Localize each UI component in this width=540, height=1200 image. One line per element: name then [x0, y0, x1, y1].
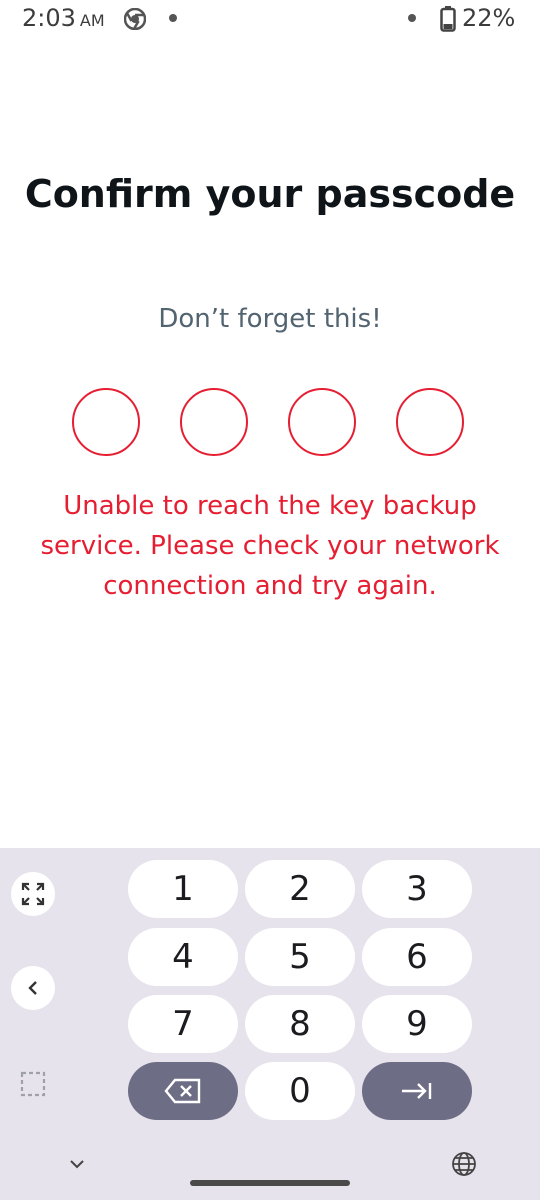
passcode-digit-4	[396, 388, 464, 456]
chevron-left-icon	[28, 981, 37, 995]
passcode-digit-2	[180, 388, 248, 456]
key-6[interactable]: 6	[362, 928, 472, 986]
passcode-digit-3	[288, 388, 356, 456]
passcode-indicators	[0, 388, 540, 460]
notification-dot-icon	[408, 14, 416, 22]
key-0[interactable]: 0	[245, 1062, 355, 1120]
next-button[interactable]	[362, 1062, 472, 1120]
key-1[interactable]: 1	[128, 860, 238, 918]
error-message: Unable to reach the key backup service. …	[40, 491, 500, 601]
key-9[interactable]: 9	[362, 995, 472, 1053]
backspace-icon	[164, 1078, 201, 1104]
back-button[interactable]	[11, 966, 55, 1010]
expand-keyboard-button[interactable]	[11, 872, 55, 916]
status-time: 2:03 AM	[22, 4, 105, 32]
notification-dot-icon	[169, 14, 177, 22]
key-8[interactable]: 8	[245, 995, 355, 1053]
floating-keyboard-button[interactable]	[11, 1062, 55, 1106]
page-title: Confirm your passcode	[24, 172, 516, 216]
hide-keyboard-icon[interactable]	[66, 1156, 88, 1172]
backspace-button[interactable]	[128, 1062, 238, 1120]
key-7[interactable]: 7	[128, 995, 238, 1053]
subtitle: Don’t forget this!	[158, 304, 382, 334]
key-4[interactable]: 4	[128, 928, 238, 986]
floating-keyboard-icon	[20, 1071, 46, 1097]
battery-percent: 22%	[462, 4, 516, 32]
chrome-icon	[124, 8, 146, 30]
numeric-keyboard: 1 2 3 4 5 6 7 8 9 0	[0, 848, 540, 1200]
key-3[interactable]: 3	[362, 860, 472, 918]
passcode-digit-1	[72, 388, 140, 456]
language-globe-icon[interactable]	[451, 1151, 477, 1177]
battery-icon	[440, 6, 456, 32]
key-5[interactable]: 5	[245, 928, 355, 986]
expand-icon	[21, 882, 45, 906]
key-2[interactable]: 2	[245, 860, 355, 918]
tab-next-icon	[402, 1083, 432, 1099]
status-ampm: AM	[79, 11, 105, 30]
navigation-handle[interactable]	[190, 1180, 350, 1186]
status-bar: 2:03 AM 22%	[0, 0, 540, 40]
